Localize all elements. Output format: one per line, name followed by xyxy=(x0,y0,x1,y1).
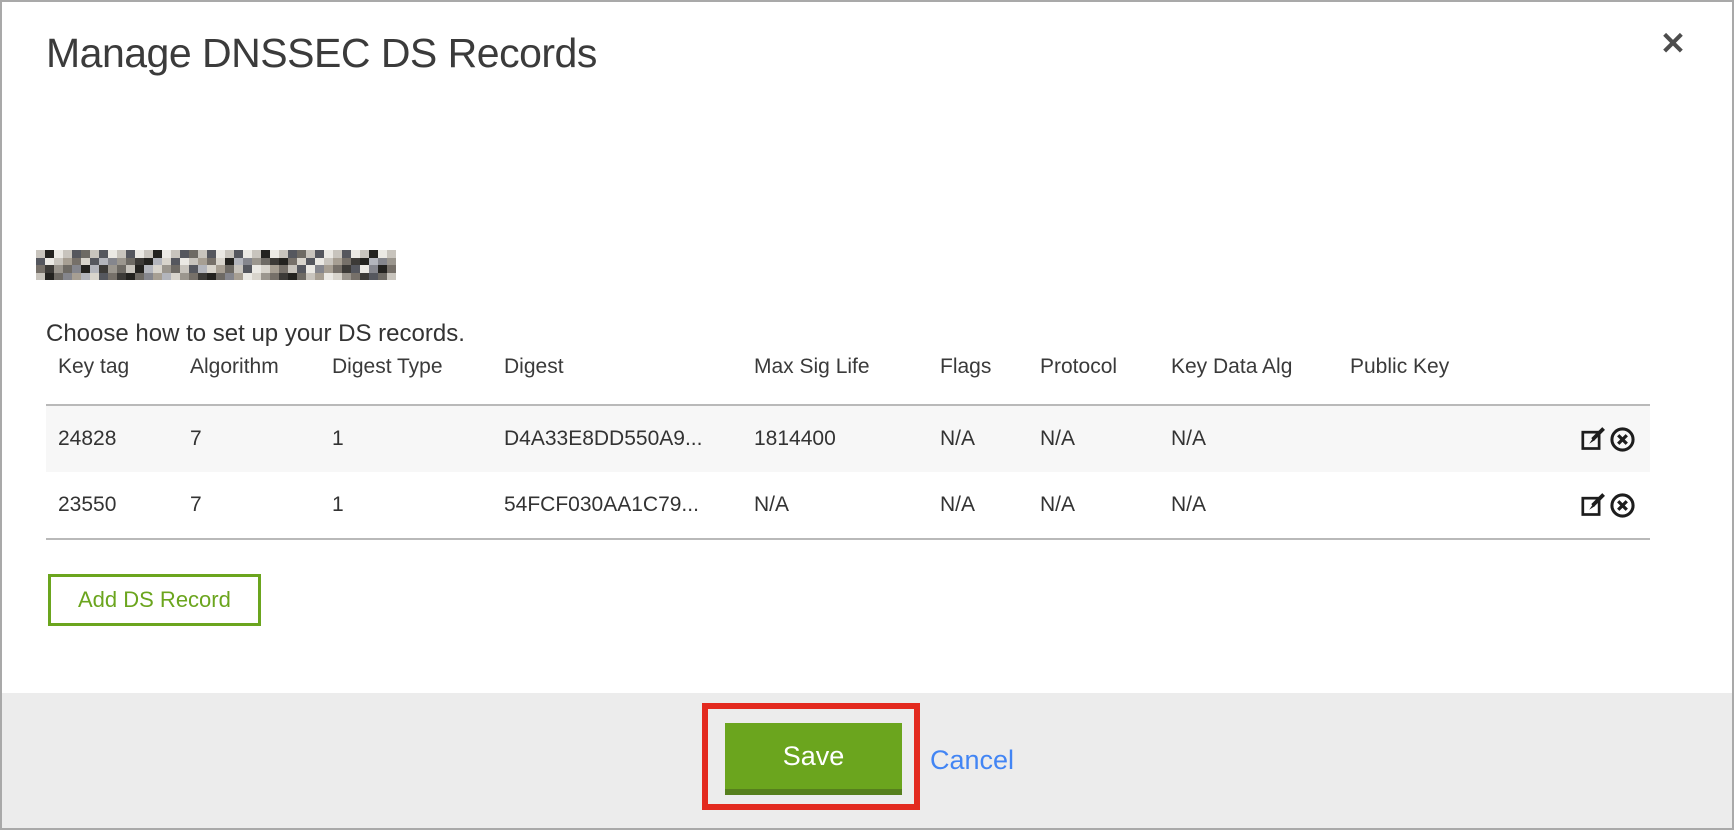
cell-digest: 54FCF030AA1C79... xyxy=(492,472,742,539)
cell-max-sig-life: 1814400 xyxy=(742,405,928,472)
cell-actions xyxy=(1547,472,1650,539)
column-header-public-key: Public Key xyxy=(1338,354,1547,405)
cell-digest-type: 1 xyxy=(320,472,492,539)
close-icon: ✕ xyxy=(1660,26,1686,61)
add-ds-record-button[interactable]: Add DS Record xyxy=(48,574,261,626)
column-header-digest-type: Digest Type xyxy=(320,354,492,405)
column-header-algorithm: Algorithm xyxy=(178,354,320,405)
dialog-footer: Save Cancel xyxy=(2,693,1732,828)
redacted-domain-name xyxy=(36,250,396,280)
cell-public-key xyxy=(1338,472,1547,539)
delete-record-button[interactable] xyxy=(1609,426,1636,453)
column-header-actions xyxy=(1547,354,1650,405)
column-header-key-data-alg: Key Data Alg xyxy=(1159,354,1338,405)
save-button[interactable]: Save xyxy=(725,723,902,795)
cell-key-tag: 23550 xyxy=(46,472,178,539)
table-row: 24828 7 1 D4A33E8DD550A9... 1814400 N/A … xyxy=(46,405,1650,472)
dnssec-ds-records-dialog: Manage DNSSEC DS Records ✕ Choose how to… xyxy=(0,0,1734,830)
table-row: 23550 7 1 54FCF030AA1C79... N/A N/A N/A … xyxy=(46,472,1650,539)
column-header-max-sig-life: Max Sig Life xyxy=(742,354,928,405)
cell-digest-type: 1 xyxy=(320,405,492,472)
table-header-row: Key tag Algorithm Digest Type Digest Max… xyxy=(46,354,1650,405)
cell-digest: D4A33E8DD550A9... xyxy=(492,405,742,472)
column-header-protocol: Protocol xyxy=(1028,354,1159,405)
cell-max-sig-life: N/A xyxy=(742,472,928,539)
cell-algorithm: 7 xyxy=(178,472,320,539)
delete-record-button[interactable] xyxy=(1609,492,1636,519)
cell-flags: N/A xyxy=(928,472,1028,539)
column-header-key-tag: Key tag xyxy=(46,354,178,405)
edit-icon xyxy=(1580,441,1607,456)
cell-key-data-alg: N/A xyxy=(1159,472,1338,539)
cell-key-tag: 24828 xyxy=(46,405,178,472)
circle-x-icon xyxy=(1609,441,1636,456)
cell-algorithm: 7 xyxy=(178,405,320,472)
cell-public-key xyxy=(1338,405,1547,472)
cell-flags: N/A xyxy=(928,405,1028,472)
cell-protocol: N/A xyxy=(1028,472,1159,539)
edit-record-button[interactable] xyxy=(1580,426,1607,453)
cell-actions xyxy=(1547,405,1650,472)
circle-x-icon xyxy=(1609,507,1636,522)
page-title: Manage DNSSEC DS Records xyxy=(46,30,597,77)
ds-records-table-container: Key tag Algorithm Digest Type Digest Max… xyxy=(46,354,1650,540)
cancel-link[interactable]: Cancel xyxy=(930,745,1014,776)
cell-protocol: N/A xyxy=(1028,405,1159,472)
intro-text: Choose how to set up your DS records. xyxy=(46,320,465,348)
close-button[interactable]: ✕ xyxy=(1658,26,1688,61)
column-header-digest: Digest xyxy=(492,354,742,405)
ds-records-table: Key tag Algorithm Digest Type Digest Max… xyxy=(46,354,1650,540)
column-header-flags: Flags xyxy=(928,354,1028,405)
edit-icon xyxy=(1580,507,1607,522)
cell-key-data-alg: N/A xyxy=(1159,405,1338,472)
edit-record-button[interactable] xyxy=(1580,492,1607,519)
annotation-highlight-box: Save xyxy=(702,703,920,810)
